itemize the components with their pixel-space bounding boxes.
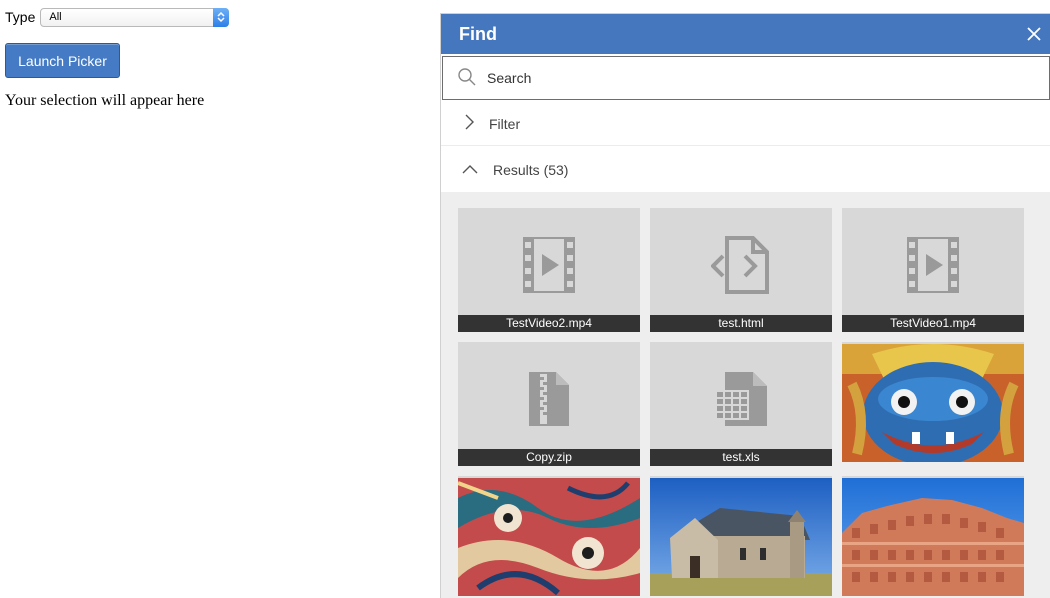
selection-output: Your selection will appear here	[5, 92, 205, 109]
result-tile[interactable]	[458, 476, 640, 596]
filter-label: Filter	[489, 115, 521, 132]
tile-caption: test.xls	[650, 449, 832, 466]
result-tile[interactable]	[842, 342, 1024, 462]
close-icon[interactable]	[1026, 26, 1042, 42]
spreadsheet-file-icon	[713, 370, 769, 432]
result-tile[interactable]: TestVideo2.mp4	[458, 208, 640, 332]
tile-caption: TestVideo2.mp4	[458, 315, 640, 332]
select-arrows-icon	[213, 7, 230, 27]
picker-header: Find	[441, 14, 1050, 54]
launch-picker-button[interactable]: Launch Picker	[5, 43, 120, 78]
filter-toggle[interactable]: Filter	[441, 102, 1050, 146]
search-input[interactable]: Search	[442, 56, 1050, 100]
chevron-up-icon	[461, 162, 479, 178]
photo-stone-church	[650, 478, 832, 596]
photo-thai-mask	[842, 344, 1024, 462]
type-label: Type	[5, 9, 36, 25]
result-tile[interactable]: TestVideo1.mp4	[842, 208, 1024, 332]
result-tile[interactable]: test.html	[650, 208, 832, 332]
picker-title: Find	[459, 23, 497, 44]
code-file-icon	[710, 236, 771, 298]
photo-tapestry	[458, 478, 640, 596]
video-icon	[906, 236, 960, 298]
result-tile[interactable]	[842, 476, 1024, 596]
search-icon	[457, 67, 477, 90]
search-placeholder: Search	[487, 70, 532, 86]
result-tile[interactable]: Copy.zip	[458, 342, 640, 466]
zip-file-icon	[526, 370, 572, 432]
video-icon	[522, 236, 576, 298]
tile-caption: TestVideo1.mp4	[842, 315, 1024, 332]
results-toggle[interactable]: Results (53)	[441, 147, 1050, 192]
tile-caption: test.html	[650, 315, 832, 332]
results-grid: TestVideo2.mp4 test.html TestVideo1.mp4 …	[441, 192, 1050, 598]
result-tile[interactable]: test.xls	[650, 342, 832, 466]
result-tile[interactable]	[650, 476, 832, 596]
tile-caption: Copy.zip	[458, 449, 640, 466]
photo-palace	[842, 478, 1024, 596]
chevron-right-icon	[463, 113, 475, 134]
type-select[interactable]: All	[40, 7, 230, 27]
type-select-value: All	[49, 10, 62, 23]
results-label: Results (53)	[493, 161, 569, 178]
type-row: Type All	[5, 7, 230, 27]
picker-panel: Find Search Filter Results (53) TestVide…	[440, 13, 1050, 598]
